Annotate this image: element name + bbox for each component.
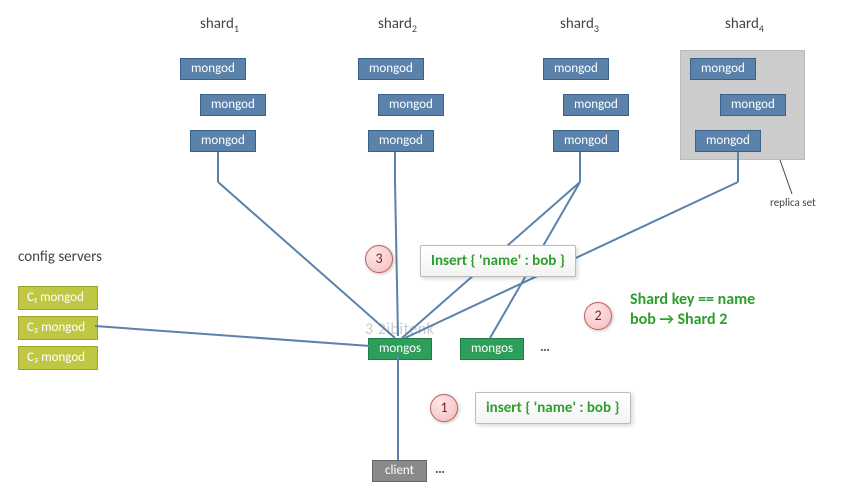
shard4-mongod-2: mongod	[720, 94, 786, 116]
shard3-mongod-3: mongod	[553, 130, 619, 152]
shard2-mongod-3: mongod	[368, 130, 434, 152]
config-server-1: C₁ mongod	[18, 286, 98, 310]
config-server-2: C₂ mongod	[18, 316, 98, 340]
shard1-label: shard1	[200, 15, 239, 35]
config-server-3: C₃ mongod	[18, 346, 98, 370]
shard1-mongod-1: mongod	[180, 58, 246, 80]
shard2-label: shard2	[378, 15, 417, 35]
callout-2: Shard key == name bob → Shard 2	[630, 290, 755, 330]
mongos-2: mongos	[460, 338, 524, 360]
shard4-mongod-1: mongod	[690, 58, 756, 80]
client-ellipsis: …	[435, 460, 445, 477]
mongos-ellipsis: …	[540, 338, 550, 355]
config-servers-heading: config servers	[18, 248, 102, 266]
client-box: client	[372, 460, 427, 482]
callout-2-line2: bob → Shard 2	[630, 310, 755, 330]
step-3-badge: 3	[365, 245, 393, 273]
shard2-mongod-1: mongod	[358, 58, 424, 80]
watermark: 3 2ibitenk	[365, 320, 434, 339]
shard1-mongod-3: mongod	[190, 130, 256, 152]
callout-1: insert { 'name' : bob }	[475, 392, 631, 424]
shard3-mongod-2: mongod	[563, 94, 629, 116]
shard1-mongod-2: mongod	[200, 94, 266, 116]
shard3-label: shard3	[560, 15, 599, 35]
replica-set-label: replica set	[770, 196, 816, 209]
step-2-badge: 2	[584, 302, 612, 330]
shard2-mongod-2: mongod	[378, 94, 444, 116]
callout-3: Insert { 'name' : bob }	[420, 245, 576, 277]
shard3-mongod-1: mongod	[543, 58, 609, 80]
mongos-1: mongos	[368, 338, 432, 360]
callout-2-line1: Shard key == name	[630, 290, 755, 310]
shard4-mongod-3: mongod	[695, 130, 761, 152]
step-1-badge: 1	[430, 394, 458, 422]
shard4-label: shard4	[725, 15, 764, 35]
